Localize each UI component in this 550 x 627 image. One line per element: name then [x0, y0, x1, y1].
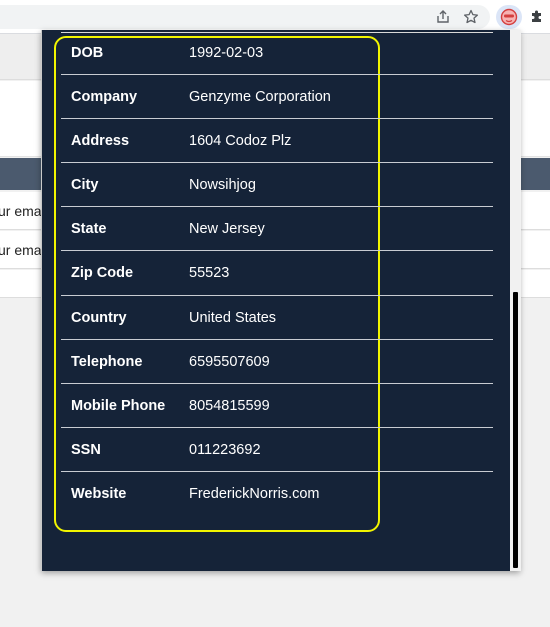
field-label: Company	[71, 89, 138, 106]
detail-row-city: City Nowsihjog	[61, 163, 493, 208]
field-value: 1992-02-03	[189, 45, 264, 61]
detail-row-mobile-phone: Mobile Phone 8054815599	[61, 384, 493, 428]
detail-row-zip-code: Zip Code 55523	[61, 251, 493, 296]
field-value: Nowsihjog	[189, 177, 256, 194]
address-bar[interactable]	[0, 5, 490, 29]
extension-face-icon[interactable]	[496, 5, 522, 29]
detail-row-dob: DOB 1992-02-03	[61, 31, 493, 76]
popup-scrollbar[interactable]	[510, 30, 521, 571]
extensions-puzzle-icon[interactable]	[527, 7, 547, 27]
extension-popup: DOB 1992-02-03 Company Genzyme Corporati…	[41, 30, 521, 571]
field-value: 55523	[189, 265, 230, 282]
field-value: United States	[189, 309, 277, 326]
field-label: SSN	[71, 441, 101, 458]
field-label: Address	[71, 133, 130, 150]
browser-toolbar	[0, 0, 550, 34]
field-value: 8054815599	[189, 397, 270, 414]
field-value: 1604 Codoz Plz	[189, 133, 292, 150]
field-label: Zip Code	[71, 265, 134, 282]
field-value: 6595507609	[189, 353, 270, 370]
field-value: New Jersey	[189, 221, 265, 238]
detail-row-company: Company Genzyme Corporation	[61, 75, 493, 120]
field-label: State	[71, 221, 107, 238]
detail-row-state: State New Jersey	[61, 207, 493, 252]
field-label: Mobile Phone	[71, 397, 166, 414]
detail-row-country: Country United States	[61, 296, 493, 340]
field-label: Telephone	[71, 353, 143, 370]
detail-row-website: Website FrederickNorris.com	[61, 472, 493, 516]
share-icon[interactable]	[433, 7, 453, 27]
field-label: Website	[71, 485, 127, 502]
detail-row-address: Address 1604 Codoz Plz	[61, 119, 493, 164]
field-label: City	[71, 177, 99, 194]
field-value: Genzyme Corporation	[189, 89, 331, 106]
detail-row-ssn: SSN 011223692	[61, 428, 493, 472]
field-value[interactable]: FrederickNorris.com	[189, 486, 320, 502]
field-label: DOB	[71, 45, 104, 61]
scrollbar-thumb[interactable]	[513, 292, 518, 568]
field-value: 011223692	[189, 441, 261, 458]
detail-row-telephone: Telephone 6595507609	[61, 340, 493, 384]
popup-content: DOB 1992-02-03 Company Genzyme Corporati…	[42, 30, 512, 571]
field-label: Country	[71, 309, 127, 326]
bookmark-star-icon[interactable]	[461, 7, 481, 27]
identity-details-table: DOB 1992-02-03 Company Genzyme Corporati…	[61, 31, 493, 516]
